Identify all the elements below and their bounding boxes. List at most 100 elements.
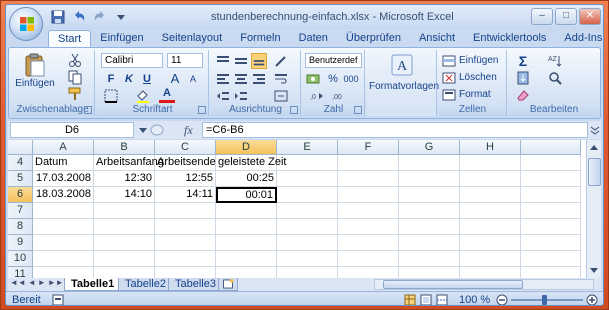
font-name-select[interactable]: Calibri (101, 53, 163, 68)
decrease-decimal-icon[interactable]: ,00 (331, 88, 347, 104)
tab-seitenlayout[interactable]: Seitenlayout (153, 30, 232, 48)
cell-e9[interactable] (277, 235, 338, 251)
fill-color-icon[interactable] (135, 88, 151, 104)
page-layout-view-icon[interactable] (420, 294, 432, 306)
select-all-corner[interactable] (8, 140, 33, 155)
orientation-icon[interactable] (273, 53, 289, 69)
cell-c5[interactable]: 12:55 (155, 171, 216, 187)
cell-f10[interactable] (338, 251, 399, 267)
zoom-slider[interactable] (511, 299, 583, 301)
cell-b4[interactable]: Arbeitsanfang (94, 155, 164, 171)
name-box[interactable]: D6 (10, 122, 134, 138)
cell-e10[interactable] (277, 251, 338, 267)
maximize-button[interactable]: □ (555, 8, 577, 25)
zoom-out-icon[interactable] (496, 294, 508, 306)
cell-f9[interactable] (338, 235, 399, 251)
row-header-5[interactable]: 5 (8, 171, 33, 187)
cell-f8[interactable] (338, 219, 399, 235)
last-sheet-icon[interactable]: ►► (48, 278, 64, 287)
cell-g9[interactable] (399, 235, 460, 251)
copy-icon[interactable] (67, 69, 83, 85)
cell-g11[interactable] (399, 267, 460, 278)
prev-sheet-icon[interactable]: ◄ (28, 278, 36, 287)
autosum-button[interactable]: Σ (515, 53, 531, 69)
cell-b9[interactable] (94, 235, 155, 251)
clipboard-launcher[interactable] (84, 106, 92, 114)
insert-function-button[interactable]: fx (184, 123, 193, 138)
insert-sheet-icon[interactable] (218, 278, 238, 291)
close-button[interactable]: ✕ (579, 8, 601, 25)
sheet-tab-tabelle3[interactable]: Tabelle3 (168, 278, 223, 291)
italic-button[interactable]: K (121, 71, 137, 87)
worksheet-grid[interactable]: A B C D E F G H 4 Datum Arbeitsanfang Arbeitsende ge… (8, 140, 586, 278)
cell-d9[interactable] (216, 235, 277, 251)
tab-entwicklertools[interactable]: Entwicklertools (464, 30, 555, 48)
zoom-level[interactable]: 100 % (459, 294, 490, 305)
zoom-slider-knob[interactable] (542, 295, 547, 305)
find-select-icon[interactable] (547, 70, 563, 86)
cell-e4[interactable] (277, 155, 338, 171)
cell-b6[interactable]: 14:10 (94, 187, 155, 203)
cell-e11[interactable] (277, 267, 338, 278)
expand-formula-bar-icon[interactable] (590, 125, 600, 135)
cell-c10[interactable] (155, 251, 216, 267)
sort-filter-icon[interactable]: AZ (547, 53, 563, 69)
increase-indent-icon[interactable] (233, 88, 249, 104)
row-header-6[interactable]: 6 (8, 187, 33, 203)
first-sheet-icon[interactable]: ◄◄ (10, 278, 26, 287)
cell-g6[interactable] (399, 187, 460, 203)
cell-d10[interactable] (216, 251, 277, 267)
tab-add-ins[interactable]: Add-Ins (555, 30, 603, 48)
formula-input[interactable]: =C6-B6 (202, 122, 588, 138)
alignment-launcher[interactable] (290, 106, 298, 114)
cell-a10[interactable] (33, 251, 94, 267)
paste-button[interactable]: Einfügen (15, 52, 55, 89)
redo-icon[interactable] (92, 9, 108, 25)
vertical-scroll-thumb[interactable] (588, 158, 601, 186)
decrease-indent-icon[interactable] (215, 88, 231, 104)
number-format-select[interactable]: Benutzerdef (305, 53, 362, 68)
tab-start[interactable]: Start (48, 30, 92, 48)
column-header-g[interactable]: G (399, 140, 460, 155)
cell-d5[interactable]: 00:25 (216, 171, 277, 187)
office-button[interactable] (9, 7, 43, 41)
cut-icon[interactable] (67, 52, 83, 68)
number-launcher[interactable] (354, 106, 362, 114)
column-header-c[interactable]: C (155, 140, 216, 155)
currency-icon[interactable] (305, 71, 321, 87)
cell-e6[interactable] (277, 187, 338, 203)
styles-button[interactable]: A Formatvorlagen (369, 53, 439, 92)
align-bottom-icon[interactable] (251, 53, 267, 69)
bold-button[interactable]: F (103, 71, 119, 87)
align-top-icon[interactable] (215, 53, 231, 69)
percent-button[interactable]: % (325, 71, 341, 87)
cell-d7[interactable] (216, 203, 277, 219)
cell-d11[interactable] (216, 267, 277, 278)
cell-a8[interactable] (33, 219, 94, 235)
merge-center-icon[interactable] (273, 88, 289, 104)
cell-a6[interactable]: 18.03.2008 (33, 187, 94, 203)
cell-f6[interactable] (338, 187, 399, 203)
cell-g8[interactable] (399, 219, 460, 235)
cell-b5[interactable]: 12:30 (94, 171, 155, 187)
insert-cells-button[interactable]: Einfügen (459, 55, 498, 66)
cell-h9[interactable] (460, 235, 521, 251)
cell-b8[interactable] (94, 219, 155, 235)
sheet-tab-tabelle2[interactable]: Tabelle2 (118, 278, 173, 291)
cell-a7[interactable] (33, 203, 94, 219)
vertical-scrollbar[interactable] (586, 140, 601, 278)
cell-b11[interactable] (94, 267, 155, 278)
customize-toolbar-icon[interactable] (113, 9, 129, 25)
cell-f11[interactable] (338, 267, 399, 278)
sheet-tab-tabelle1[interactable]: Tabelle1 (64, 278, 122, 291)
delete-cells-button[interactable]: Löschen (459, 72, 497, 83)
cell-d8[interactable] (216, 219, 277, 235)
row-header-10[interactable]: 10 (8, 251, 33, 267)
tab-ansicht[interactable]: Ansicht (410, 30, 464, 48)
align-center-icon[interactable] (233, 71, 249, 87)
formula-bar-grip-icon[interactable] (150, 123, 164, 137)
undo-icon[interactable] (71, 9, 87, 25)
cell-d6[interactable]: 00:01 (216, 187, 277, 203)
clear-icon[interactable] (515, 87, 531, 103)
macro-record-icon[interactable] (52, 294, 64, 306)
